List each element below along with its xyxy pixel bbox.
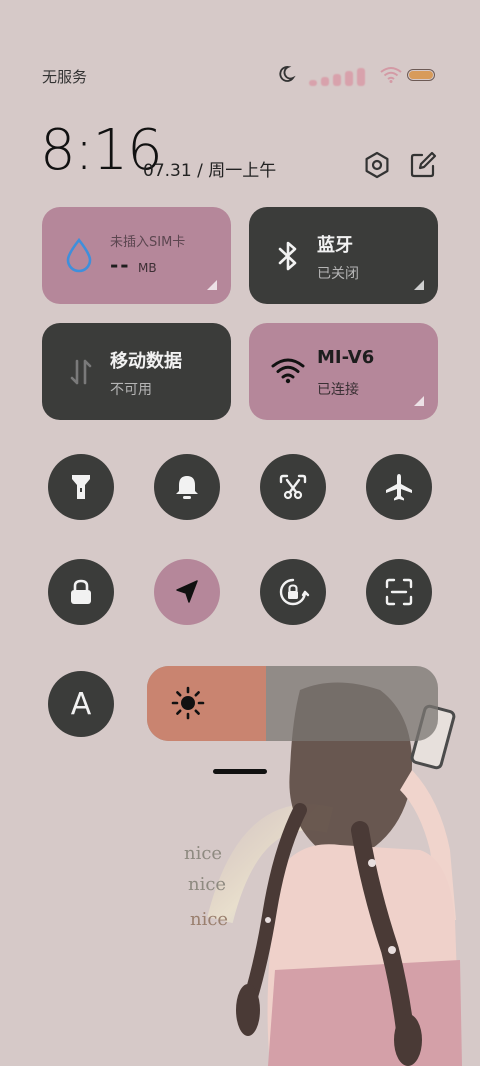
wallpaper-text-1: nice: [184, 843, 223, 864]
lock-screen-toggle[interactable]: [48, 559, 114, 625]
data-usage-unit: MB: [138, 261, 157, 275]
airplane-toggle[interactable]: [366, 454, 432, 520]
status-bar: 无服务: [0, 0, 480, 100]
mobile-data-tile[interactable]: 移动数据 不可用: [42, 323, 231, 420]
auto-brightness-label: A: [70, 686, 92, 722]
location-toggle[interactable]: [154, 559, 220, 625]
rotation-lock-toggle[interactable]: [260, 559, 326, 625]
carrier-label: 无服务: [42, 68, 88, 86]
wifi-tile[interactable]: MI-V6 已连接: [249, 323, 438, 420]
lock-icon: [71, 579, 91, 604]
wifi-icon: [380, 67, 402, 83]
sim-status-label: 未插入SIM卡: [110, 235, 186, 250]
sun-icon: [171, 686, 205, 720]
moon-icon: [279, 66, 296, 82]
rotation-lock-icon: [279, 578, 310, 606]
wifi-status: 已连接: [317, 382, 359, 398]
mobile-data-status: 不可用: [110, 382, 152, 398]
bluetooth-status: 已关闭: [317, 266, 359, 282]
wallpaper-text-2: nice: [188, 874, 227, 895]
screenshot-toggle[interactable]: [260, 454, 326, 520]
data-usage-tile[interactable]: 未插入SIM卡 -- MB: [42, 207, 231, 304]
bluetooth-icon: [278, 241, 297, 271]
flashlight-toggle[interactable]: [48, 454, 114, 520]
settings-hex-icon[interactable]: [362, 150, 392, 180]
screenshot-scissors-icon: [279, 474, 307, 500]
scan-icon: [385, 578, 413, 606]
wallpaper-text-3: nice: [190, 909, 229, 930]
expand-corner-icon: [207, 280, 217, 290]
data-usage-value: --: [110, 253, 131, 277]
scanner-toggle[interactable]: [366, 559, 432, 625]
mobile-data-title: 移动数据: [110, 351, 182, 372]
brightness-slider[interactable]: [147, 666, 438, 741]
flashlight-icon: [72, 475, 90, 499]
expand-corner-icon: [414, 280, 424, 290]
wifi-network-name: MI-V6: [317, 347, 375, 368]
bluetooth-tile[interactable]: 蓝牙 已关闭: [249, 207, 438, 304]
airplane-icon: [386, 474, 412, 501]
expand-corner-icon: [414, 396, 424, 406]
auto-brightness-toggle[interactable]: A: [48, 671, 114, 737]
location-arrow-icon: [176, 580, 198, 603]
wifi-icon: [271, 358, 305, 384]
brightness-level-fill: [147, 666, 267, 741]
signal-icon: [309, 68, 365, 86]
drag-handle[interactable]: [213, 769, 267, 774]
water-drop-icon: [66, 237, 92, 273]
silent-toggle[interactable]: [154, 454, 220, 520]
bluetooth-title: 蓝牙: [317, 235, 353, 256]
data-arrows-icon: [70, 359, 92, 385]
bell-icon: [176, 476, 198, 499]
clock-date: 07.31 / 周一上午: [143, 161, 277, 181]
battery-icon: [407, 69, 435, 81]
edit-icon[interactable]: [408, 150, 438, 180]
